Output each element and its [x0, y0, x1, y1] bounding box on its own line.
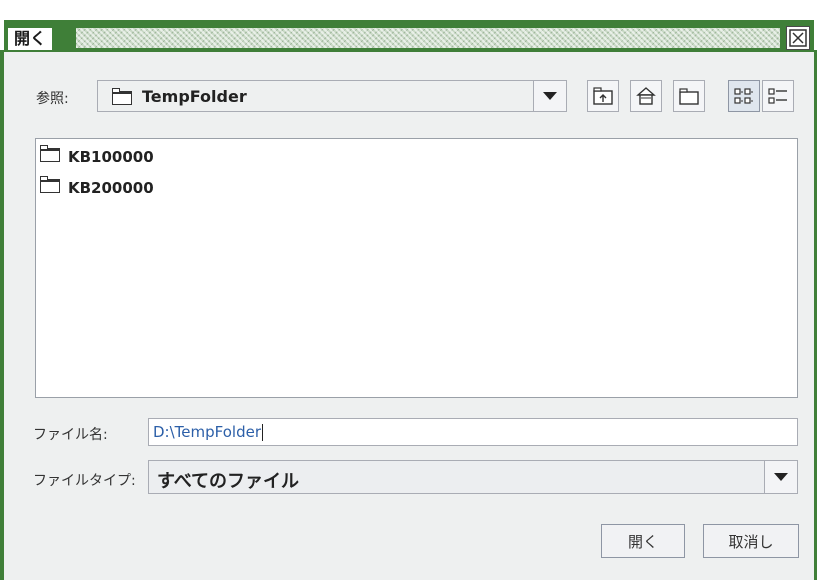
details-view-button[interactable] [762, 80, 794, 112]
file-list[interactable]: KB100000 KB200000 [35, 138, 798, 398]
filetype-combo[interactable]: すべてのファイル [148, 460, 798, 494]
home-icon [636, 87, 656, 105]
title-pattern [76, 28, 780, 48]
list-view-button[interactable] [728, 80, 760, 112]
filename-label: ファイル名: [33, 427, 108, 443]
lookin-dropdown-button[interactable] [533, 81, 566, 111]
filetype-value: すべてのファイル [157, 471, 300, 492]
up-folder-icon [593, 87, 613, 105]
chevron-down-icon [543, 92, 557, 100]
cancel-button[interactable]: 取消し [703, 524, 799, 558]
title-bar[interactable]: 開く [0, 0, 817, 52]
file-name: KB200000 [68, 179, 154, 197]
lookin-label: 参照: [36, 91, 69, 107]
chevron-down-icon [774, 473, 788, 481]
up-one-level-button[interactable] [587, 80, 619, 112]
dialog-title: 開く [8, 28, 53, 50]
folder-icon [112, 88, 132, 109]
open-button[interactable]: 開く [601, 524, 685, 558]
list-item[interactable]: KB100000 [40, 145, 154, 169]
new-folder-icon [679, 88, 699, 105]
folder-icon [40, 176, 60, 197]
list-view-icon [734, 88, 753, 104]
lookin-combo[interactable]: TempFolder [97, 80, 567, 112]
file-name: KB100000 [68, 148, 154, 166]
home-button[interactable] [630, 80, 662, 112]
filetype-dropdown-button[interactable] [764, 461, 797, 493]
filetype-label: ファイルタイプ: [33, 473, 136, 489]
text-caret [262, 424, 263, 441]
close-icon [789, 29, 807, 47]
lookin-folder-name: TempFolder [142, 87, 247, 106]
list-item[interactable]: KB200000 [40, 176, 154, 200]
new-folder-button[interactable] [673, 80, 705, 112]
close-button[interactable] [786, 26, 810, 50]
details-view-icon [768, 88, 787, 104]
folder-icon [40, 145, 60, 166]
filename-value: D:\TempFolder [153, 423, 261, 441]
filename-field[interactable]: D:\TempFolder [148, 418, 798, 446]
